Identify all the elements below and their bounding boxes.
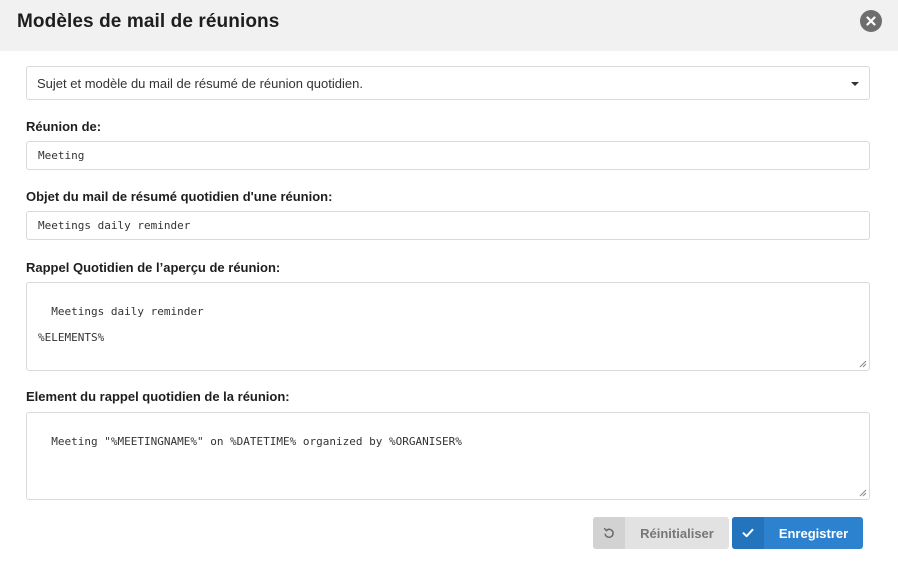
element-label: Element du rappel quotidien de la réunio… (26, 389, 290, 404)
element-text: Meeting "%MEETINGNAME%" on %DATETIME% or… (51, 435, 462, 448)
meeting-of-input[interactable]: Meeting (26, 141, 870, 170)
undo-icon (603, 527, 614, 538)
dialog-header: Modèles de mail de réunions (0, 0, 898, 51)
meeting-of-label: Réunion de: (26, 119, 102, 134)
close-icon (866, 16, 876, 26)
subject-label: Objet du mail de résumé quotidien d'une … (26, 189, 333, 204)
overview-label: Rappel Quotidien de l’aperçu de réunion: (26, 260, 281, 275)
overview-text: Meetings daily reminder %ELEMENTS% (38, 305, 204, 344)
resize-grip-icon[interactable] (859, 360, 867, 368)
save-button-label: Enregistrer (778, 526, 849, 541)
resize-grip-icon[interactable] (859, 489, 867, 497)
reset-button[interactable]: Réinitialiser (593, 517, 729, 549)
checkmark-icon (742, 528, 754, 538)
overview-textarea[interactable]: Meetings daily reminder %ELEMENTS% (26, 282, 870, 371)
subject-input[interactable]: Meetings daily reminder (26, 211, 870, 240)
template-select[interactable]: Sujet et modèle du mail de résumé de réu… (26, 66, 870, 100)
template-select-value: Sujet et modèle du mail de résumé de réu… (37, 76, 363, 91)
reset-button-label: Réinitialiser (640, 526, 714, 541)
close-button[interactable] (860, 10, 882, 32)
save-button[interactable]: Enregistrer (732, 517, 863, 549)
dialog-title: Modèles de mail de réunions (17, 11, 280, 32)
element-textarea[interactable]: Meeting "%MEETINGNAME%" on %DATETIME% or… (26, 412, 870, 500)
caret-down-icon (851, 82, 859, 86)
